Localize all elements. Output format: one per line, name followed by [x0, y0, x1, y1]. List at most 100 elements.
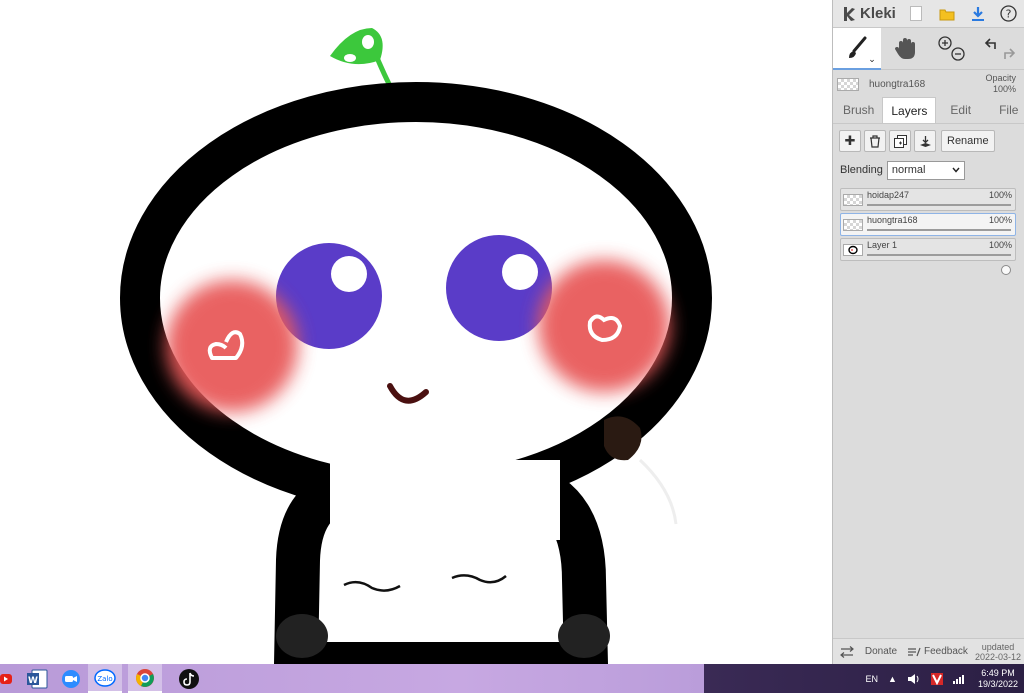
plus-icon: ✚: [844, 133, 856, 148]
opacity-label: Opacity: [985, 73, 1016, 83]
hand-tool-button[interactable]: [881, 28, 929, 70]
layer-item[interactable]: hoidap247 100%: [840, 188, 1016, 225]
blending-label: Blending: [840, 164, 883, 176]
download-button[interactable]: [962, 0, 993, 28]
toolbar: ⌄: [833, 28, 1024, 70]
mouth: [387, 383, 429, 404]
zoom-icon: [62, 669, 80, 688]
layer-opacity-slider[interactable]: [867, 204, 1011, 225]
tiktok-icon: [179, 668, 199, 689]
sprout-stem: [375, 57, 393, 89]
blending-select[interactable]: normal: [886, 160, 965, 180]
open-folder-icon: [939, 9, 955, 20]
artwork: [120, 28, 712, 664]
merge-down-button[interactable]: [914, 130, 936, 152]
slider-handle[interactable]: [1001, 265, 1011, 275]
tab-brush[interactable]: Brush: [835, 97, 882, 123]
right-eye: [446, 235, 552, 341]
clock-date: 19/3/2022: [977, 678, 1018, 689]
kleki-logo: Kleki: [833, 5, 901, 22]
panel-footer: Donate Feedback updated 2022-03-12: [833, 638, 1024, 664]
merge-down-icon: [919, 135, 931, 147]
chevron-down-icon: [952, 167, 960, 173]
current-layer-name: huongtra168: [869, 78, 926, 90]
opacity-display[interactable]: Opacity 100%: [985, 73, 1016, 95]
undo-redo-icon: [984, 38, 1016, 59]
help-button[interactable]: ?: [993, 0, 1024, 28]
swap-arrows-icon: [840, 645, 854, 658]
chevron-up-icon[interactable]: ▲: [888, 674, 897, 684]
layer-thumbnail: [843, 194, 863, 206]
help-icon: ?: [1000, 5, 1017, 22]
layer-item[interactable]: Layer 1 100%: [840, 238, 1016, 275]
chevron-down-icon: ⌄: [868, 54, 876, 64]
layer-item-active[interactable]: huongtra168 100%: [840, 213, 1016, 250]
right-cheek: [538, 260, 670, 392]
blending-row: Blending normal: [833, 158, 1024, 182]
word-icon: W: [27, 669, 48, 688]
youtube-icon: [0, 673, 12, 684]
layer-thumbnail: [843, 219, 863, 231]
clock[interactable]: 6:49 PM 19/3/2022: [978, 668, 1018, 690]
app-name: Kleki: [860, 5, 896, 22]
open-button[interactable]: [932, 0, 963, 28]
chrome-button[interactable]: [128, 664, 162, 693]
blending-value: normal: [891, 164, 926, 176]
drawing-canvas[interactable]: [0, 0, 832, 664]
layer-opacity-slider[interactable]: [867, 254, 1011, 275]
donate-link[interactable]: Donate: [861, 646, 901, 657]
left-cheek: [166, 280, 298, 412]
layer-opacity-slider[interactable]: [867, 229, 1011, 250]
trash-icon: [870, 134, 880, 148]
kleki-logo-icon: [844, 6, 855, 21]
add-layer-button[interactable]: ✚: [839, 130, 861, 152]
zalo-icon: Zalo: [94, 668, 116, 687]
updated-date: 2022-03-12: [975, 651, 1022, 662]
feedback-label: Feedback: [924, 646, 968, 657]
language-indicator[interactable]: EN: [866, 674, 879, 684]
zoom-app-button[interactable]: [54, 664, 88, 693]
delete-layer-button[interactable]: [864, 130, 886, 152]
antivirus-icon[interactable]: [930, 672, 943, 685]
svg-text:Zalo: Zalo: [97, 675, 112, 683]
zoom-in-out-icon: [938, 36, 966, 61]
panel-header: Kleki ?: [833, 0, 1024, 28]
side-panel: Kleki ? ⌄ huongtra168 Opacity 100% Brush…: [832, 0, 1024, 664]
layer-name: huongtra168: [867, 215, 918, 225]
new-image-button[interactable]: [901, 0, 932, 28]
feedback-link[interactable]: Feedback: [907, 646, 969, 658]
zoom-buttons[interactable]: [929, 28, 977, 70]
tab-file[interactable]: File: [991, 97, 1024, 123]
hand-icon: [894, 38, 915, 59]
speaker-icon[interactable]: [907, 673, 921, 685]
tiktok-button[interactable]: [172, 664, 206, 693]
layer-actions: ✚ Rename: [833, 124, 1024, 158]
tab-edit[interactable]: Edit: [942, 97, 979, 123]
current-layer-info: huongtra168 Opacity 100%: [833, 70, 1024, 98]
panel-tabs: Brush Layers Edit File: [833, 97, 1024, 124]
sprout-leaf: [330, 28, 383, 65]
word-button[interactable]: W: [20, 664, 54, 693]
taskbar: W Zalo EN ▲ 6:49 PM 19/3/2022: [0, 664, 1024, 693]
layer-list: hoidap247 100% huongtra168 100% Layer 1 …: [833, 182, 1024, 275]
layer-opacity: 100%: [988, 240, 1012, 250]
screen: Kleki ? ⌄ huongtra168 Opacity 100% Brush…: [0, 0, 1024, 693]
svg-text:W: W: [28, 676, 38, 686]
rename-layer-button[interactable]: Rename: [941, 130, 995, 152]
tab-layers[interactable]: Layers: [882, 97, 937, 123]
duplicate-icon: [893, 134, 907, 148]
layer-name: hoidap247: [867, 190, 910, 200]
youtube-button[interactable]: [0, 664, 20, 693]
download-icon: [971, 6, 984, 21]
network-icon[interactable]: [952, 674, 967, 684]
duplicate-layer-button[interactable]: [889, 130, 911, 152]
swap-side-button[interactable]: [833, 645, 861, 658]
chrome-icon: [136, 668, 154, 687]
opacity-value: 100%: [992, 84, 1016, 94]
brush-tool-button[interactable]: ⌄: [833, 28, 881, 70]
layer-opacity: 100%: [988, 190, 1012, 200]
feedback-icon: [908, 647, 921, 656]
undo-redo-buttons[interactable]: [976, 28, 1024, 70]
clock-time: 6:49 PM: [981, 667, 1015, 678]
zalo-button[interactable]: Zalo: [88, 664, 122, 693]
